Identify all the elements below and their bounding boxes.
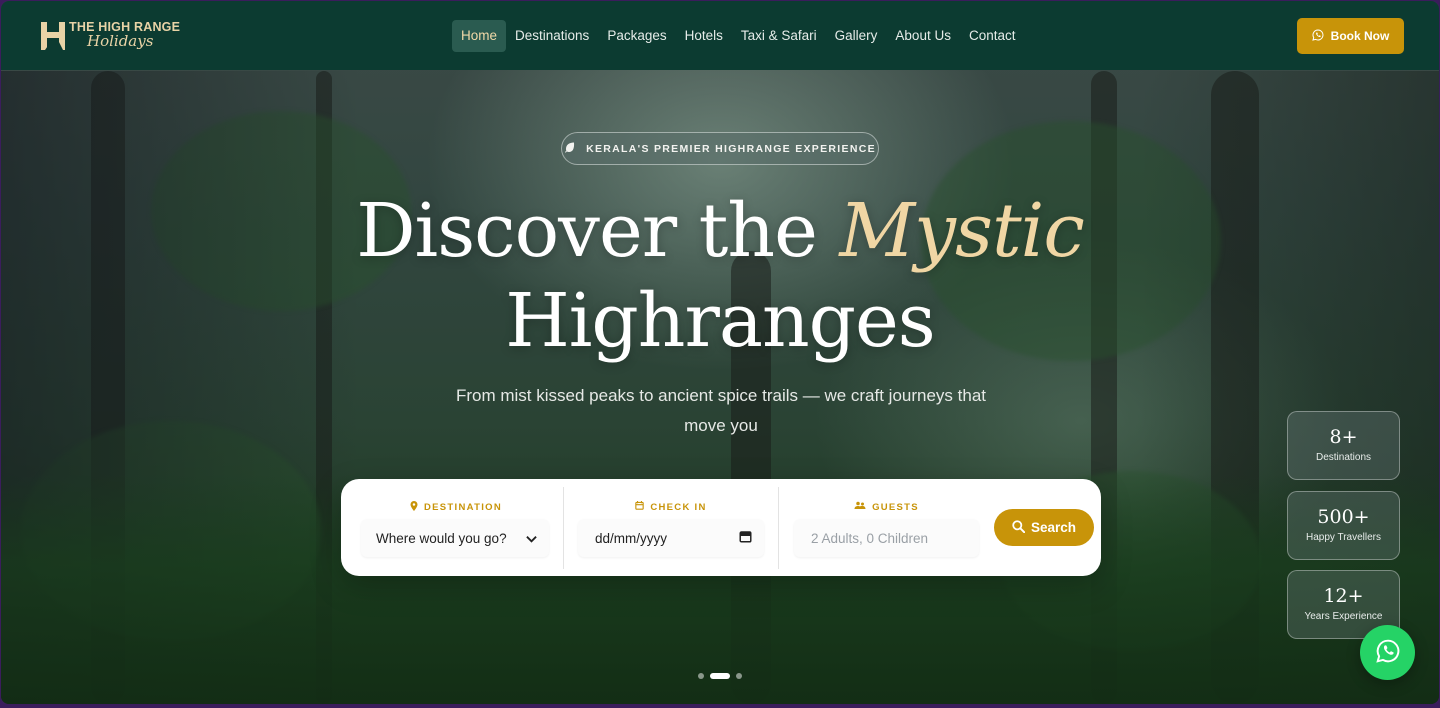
map-pin-icon bbox=[410, 501, 418, 514]
search-icon bbox=[1012, 519, 1026, 536]
stat-value: 12+ bbox=[1323, 585, 1364, 607]
field-divider bbox=[778, 487, 779, 569]
nav-contact[interactable]: Contact bbox=[960, 20, 1025, 52]
slider-dots bbox=[698, 673, 742, 679]
field-divider bbox=[563, 487, 564, 569]
slider-dot-2[interactable] bbox=[710, 673, 730, 679]
whatsapp-icon bbox=[1311, 28, 1324, 44]
book-now-button[interactable]: Book Now bbox=[1297, 18, 1404, 54]
search-button-label: Search bbox=[1030, 520, 1077, 535]
nav-links: Home Destinations Packages Hotels Taxi &… bbox=[452, 20, 1024, 52]
hero-subtitle: From mist kissed peaks to ancient spice … bbox=[455, 386, 987, 435]
guests-label: GUESTS bbox=[872, 501, 919, 513]
calendar-icon bbox=[635, 501, 645, 513]
brand-logo[interactable]: THE HIGH RANGE Holidays bbox=[39, 18, 180, 52]
hero-badge: KERALA'S PREMIER HIGHRANGE EXPERIENCE bbox=[561, 132, 879, 165]
stat-value: 500+ bbox=[1317, 506, 1370, 528]
nav-about-us[interactable]: About Us bbox=[886, 20, 960, 52]
chevron-down-icon bbox=[526, 531, 537, 546]
whatsapp-chat-button[interactable] bbox=[1360, 625, 1415, 680]
destination-label: DESTINATION bbox=[424, 502, 502, 513]
stat-label: Happy Travellers bbox=[1305, 532, 1382, 543]
leaf-icon bbox=[564, 141, 576, 156]
search-button[interactable]: Search bbox=[994, 509, 1094, 546]
hero-title-accent: Mystic bbox=[839, 188, 1084, 274]
destination-select-value: Where would you go? bbox=[376, 530, 507, 546]
stat-value: 8+ bbox=[1329, 426, 1358, 448]
users-icon bbox=[854, 501, 866, 513]
destination-select[interactable]: Where would you go? bbox=[361, 519, 549, 557]
checkin-date-input[interactable]: dd/mm/yyyy bbox=[578, 519, 764, 557]
nav-gallery[interactable]: Gallery bbox=[826, 20, 887, 52]
slider-dot-1[interactable] bbox=[698, 673, 704, 679]
stat-destinations: 8+ Destinations bbox=[1287, 411, 1400, 480]
nav-packages[interactable]: Packages bbox=[598, 20, 675, 52]
hero-title: Discover the Mystic Highranges bbox=[1, 186, 1439, 366]
search-card: DESTINATION Where would you go? CHECK IN… bbox=[341, 479, 1101, 576]
destination-field: DESTINATION Where would you go? bbox=[361, 479, 551, 576]
stat-happy-travellers: 500+ Happy Travellers bbox=[1287, 491, 1400, 560]
calendar-picker-icon[interactable] bbox=[739, 530, 752, 546]
checkin-field: CHECK IN dd/mm/yyyy bbox=[578, 479, 764, 576]
book-now-label: Book Now bbox=[1330, 29, 1390, 43]
nav-destinations[interactable]: Destinations bbox=[506, 20, 598, 52]
whatsapp-icon bbox=[1375, 638, 1401, 668]
guests-input[interactable]: 2 Adults, 0 Children bbox=[794, 519, 979, 557]
stat-label: Years Experience bbox=[1304, 611, 1383, 622]
hero-title-part2: Highranges bbox=[505, 278, 936, 364]
hero-title-part1: Discover the bbox=[356, 188, 840, 274]
hero-badge-text: KERALA'S PREMIER HIGHRANGE EXPERIENCE bbox=[586, 142, 876, 155]
navbar: THE HIGH RANGE Holidays Home Destination… bbox=[1, 1, 1439, 70]
checkin-date-value: dd/mm/yyyy bbox=[595, 530, 668, 546]
brand-script: Holidays bbox=[87, 32, 154, 51]
nav-taxi-safari[interactable]: Taxi & Safari bbox=[732, 20, 826, 52]
mountain-h-logo-icon bbox=[39, 18, 67, 52]
hero-section: THE HIGH RANGE Holidays Home Destination… bbox=[1, 1, 1439, 704]
nav-home[interactable]: Home bbox=[452, 20, 507, 52]
stat-label: Destinations bbox=[1315, 452, 1372, 463]
checkin-label: CHECK IN bbox=[650, 501, 707, 513]
guests-field: GUESTS 2 Adults, 0 Children bbox=[794, 479, 979, 576]
guests-placeholder: 2 Adults, 0 Children bbox=[811, 530, 929, 546]
nav-hotels[interactable]: Hotels bbox=[676, 20, 732, 52]
slider-dot-3[interactable] bbox=[736, 673, 742, 679]
